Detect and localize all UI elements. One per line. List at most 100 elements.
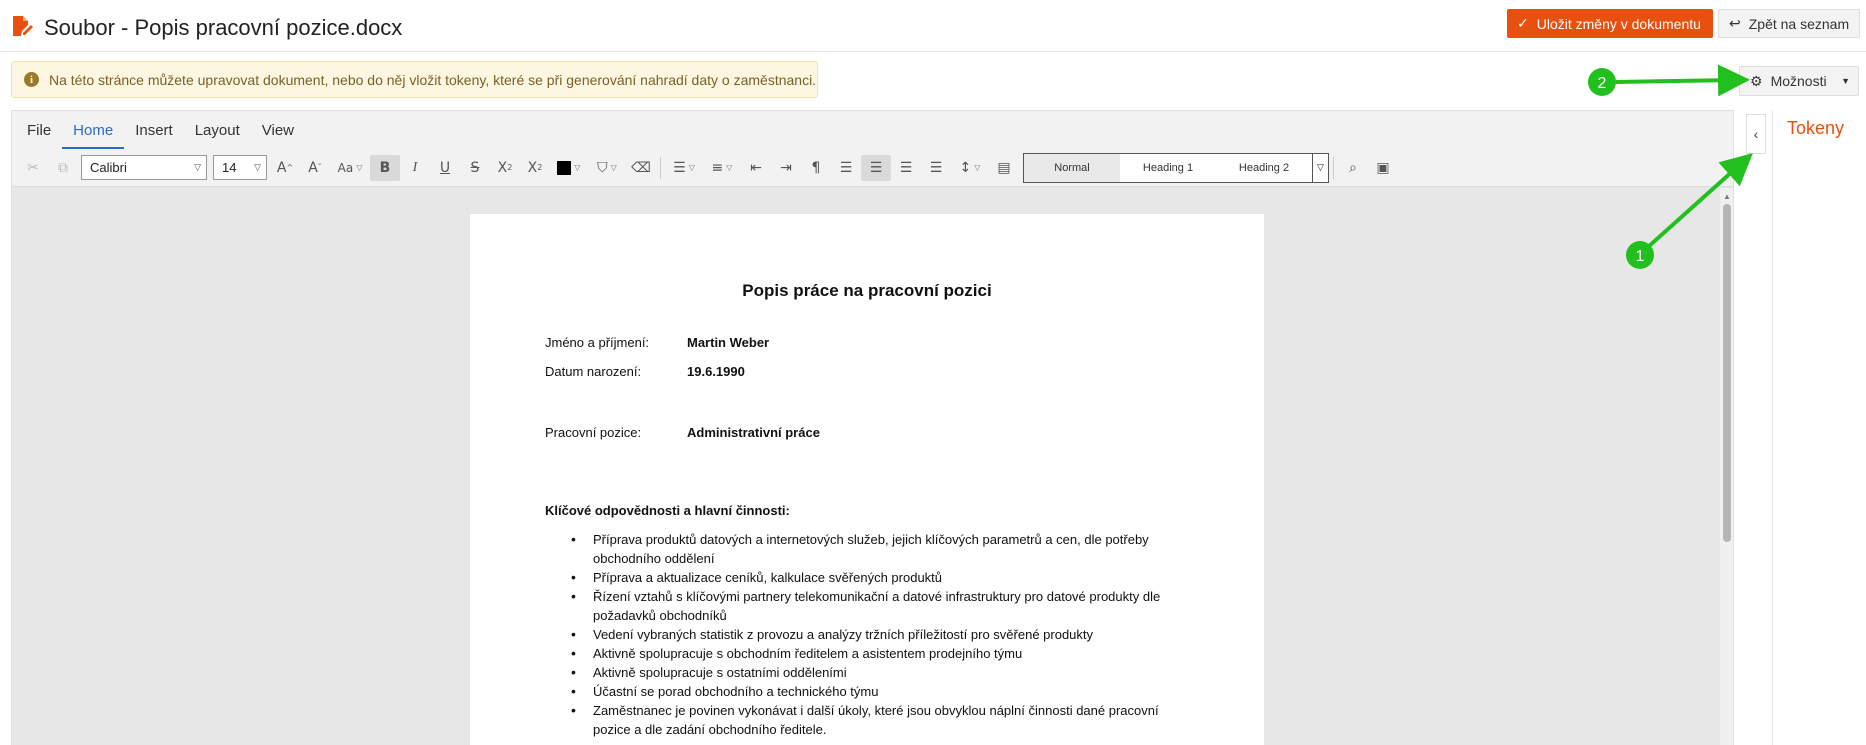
line-spacing-icon: ↕ [959, 159, 972, 176]
document-title: Popis práce na pracovní pozici [742, 281, 992, 300]
styles-gallery: Normal Heading 1 Heading 2 ▽ [1023, 152, 1329, 183]
chevron-down-icon[interactable]: ▽ [1312, 153, 1328, 182]
field-row: Datum narození: 19.6.1990 [545, 364, 745, 379]
annotation-badge-2-label: 2 [1598, 75, 1607, 92]
strikethrough-icon[interactable]: S [460, 155, 490, 181]
list-item: Řízení vztahů s klíčovými partnery telek… [571, 587, 1173, 625]
save-document-button[interactable]: ✓ Uložit změny v dokumentu [1507, 9, 1713, 38]
document-editor: File Home Insert Layout View ✂ ⧉ Calibri… [11, 110, 1734, 745]
annotation-badge-2 [1588, 68, 1616, 96]
paragraph-settings-icon[interactable]: ▤ [989, 155, 1019, 181]
style-heading-1[interactable]: Heading 1 [1120, 154, 1216, 182]
field-row: Pracovní pozice: Administrativní práce [545, 425, 820, 440]
superscript-icon[interactable]: X2 [490, 155, 520, 181]
tab-view[interactable]: View [251, 122, 305, 149]
highlighter-icon: ⛉ [597, 159, 608, 176]
top-bar: Soubor - Popis pracovní pozice.docx ✓ Ul… [0, 0, 1866, 52]
grow-font-icon[interactable]: A ^ [270, 155, 300, 181]
bullet-list-button[interactable]: ☰ ▽ [665, 155, 703, 181]
search-icon[interactable]: ⌕ [1338, 155, 1368, 181]
field-value: Martin Weber [687, 335, 770, 350]
vertical-scrollbar[interactable]: ▲ [1720, 188, 1733, 745]
change-case-button[interactable]: Aa ▽ [330, 155, 370, 181]
toolbar-separator [660, 156, 661, 179]
underline-icon[interactable]: U [430, 155, 460, 181]
list-item: Účastní se porad obchodního a technickéh… [571, 682, 1173, 701]
align-left-icon[interactable]: ☰ [831, 155, 861, 181]
tab-insert[interactable]: Insert [124, 122, 184, 149]
font-size-value: 14 [222, 160, 237, 175]
style-heading-2[interactable]: Heading 2 [1216, 154, 1312, 182]
insert-image-icon[interactable]: ▣ [1368, 155, 1398, 181]
info-notice-text: Na této stránce můžete upravovat dokumen… [49, 71, 817, 88]
field-label: Datum narození: [545, 364, 642, 379]
document-canvas[interactable]: Popis práce na pracovní pozici Jméno a p… [12, 188, 1722, 745]
ribbon-toolbar: ✂ ⧉ Calibri ▽ 14 ▽ A ^ Aˇ Aa ▽ B I U S X2 … [12, 149, 1733, 187]
tab-file[interactable]: File [16, 122, 62, 149]
list-item: Příprava produktů datových a internetový… [571, 530, 1173, 568]
style-normal[interactable]: Normal [1024, 153, 1120, 182]
field-value: Administrativní práce [687, 425, 820, 440]
document-page[interactable]: Popis práce na pracovní pozici Jméno a p… [470, 214, 1264, 745]
font-size-select[interactable]: 14 ▽ [213, 155, 267, 180]
numbered-list-button[interactable]: ≡ ▽ [703, 155, 741, 181]
tokens-panel-title: Tokeny [1787, 118, 1845, 138]
list-item: Příprava a aktualizace ceníků, kalkulace… [571, 568, 1173, 587]
field-row: Jméno a příjmení: Martin Weber [545, 335, 769, 350]
numbered-list-icon: ≡ [711, 159, 724, 176]
decrease-indent-icon[interactable]: ⇤ [741, 155, 771, 181]
font-color-button[interactable]: ▽ [550, 155, 588, 181]
back-to-list-button[interactable]: ↩ Zpět na seznam [1718, 9, 1861, 38]
align-right-icon[interactable]: ☰ [891, 155, 921, 181]
change-case-label: Aa [337, 160, 354, 175]
field-label: Pracovní pozice: [545, 425, 642, 440]
check-icon: ✓ [1517, 15, 1529, 31]
caret-down-icon: ▼ [1841, 76, 1850, 86]
font-color-swatch-icon [557, 160, 572, 175]
page-title: Soubor - Popis pracovní pozice.docx [44, 15, 403, 40]
list-item: Vedení vybraných statistik z provozu a a… [571, 625, 1173, 644]
line-spacing-button[interactable]: ↕ ▽ [951, 155, 989, 181]
tab-home[interactable]: Home [62, 122, 125, 149]
bold-icon[interactable]: B [370, 154, 400, 181]
section-heading: Klíčové odpovědnosti a hlavní činnosti: [545, 503, 790, 518]
annotation-arrow-2: 2 [1588, 64, 1750, 97]
align-center-icon[interactable]: ☰ [861, 154, 891, 181]
chevron-down-icon: ▽ [194, 162, 201, 172]
undo-arrow-icon: ↩ [1729, 15, 1741, 31]
font-name-value: Calibri [90, 160, 127, 175]
list-item: Aktivně spolupracuje s ostatními oddělen… [571, 663, 1173, 682]
justify-icon[interactable]: ☰ [921, 155, 951, 181]
italic-icon[interactable]: I [400, 155, 430, 181]
field-value: 19.6.1990 [687, 364, 745, 379]
highlight-color-button[interactable]: ⛉ ▽ [588, 155, 626, 181]
shrink-font-icon[interactable]: Aˇ [300, 155, 330, 181]
field-label: Jméno a příjmení: [545, 335, 650, 350]
cut-icon[interactable]: ✂ [18, 155, 48, 181]
info-icon: i [24, 72, 39, 87]
options-dropdown-button[interactable]: ⚙ Možnosti ▼ [1739, 66, 1859, 96]
list-item: Zaměstnanec je povinen vykonávat i další… [571, 701, 1173, 739]
save-document-label: Uložit změny v dokumentu [1536, 15, 1701, 32]
toolbar-separator [1333, 156, 1334, 179]
copy-icon[interactable]: ⧉ [48, 155, 78, 181]
paragraph-marks-icon[interactable]: ¶ [801, 155, 831, 181]
increase-indent-icon[interactable]: ⇥ [771, 155, 801, 181]
chevron-left-icon: ‹ [1753, 126, 1759, 142]
scroll-up-icon[interactable]: ▲ [1723, 192, 1731, 201]
ribbon-tabs: File Home Insert Layout View [12, 111, 1733, 149]
scrollbar-thumb[interactable] [1723, 204, 1731, 542]
eraser-icon[interactable]: ⌫ [626, 155, 656, 181]
collapse-panel-button[interactable]: ‹ [1746, 114, 1766, 154]
font-name-select[interactable]: Calibri ▽ [81, 155, 207, 180]
tab-layout[interactable]: Layout [184, 122, 251, 149]
tokens-panel: Tokeny [1772, 110, 1866, 745]
duties-list: Příprava produktů datových a internetový… [571, 530, 1173, 739]
document-edit-icon [13, 16, 33, 36]
info-notice: i Na této stránce můžete upravovat dokum… [11, 61, 818, 98]
gear-icon: ⚙ [1750, 72, 1763, 89]
list-item: Aktivně spolupracuje s obchodním ředitel… [571, 644, 1173, 663]
bullet-list-icon: ☰ [673, 159, 686, 176]
subscript-icon[interactable]: X2 [520, 155, 550, 181]
options-label: Možnosti [1770, 73, 1827, 89]
